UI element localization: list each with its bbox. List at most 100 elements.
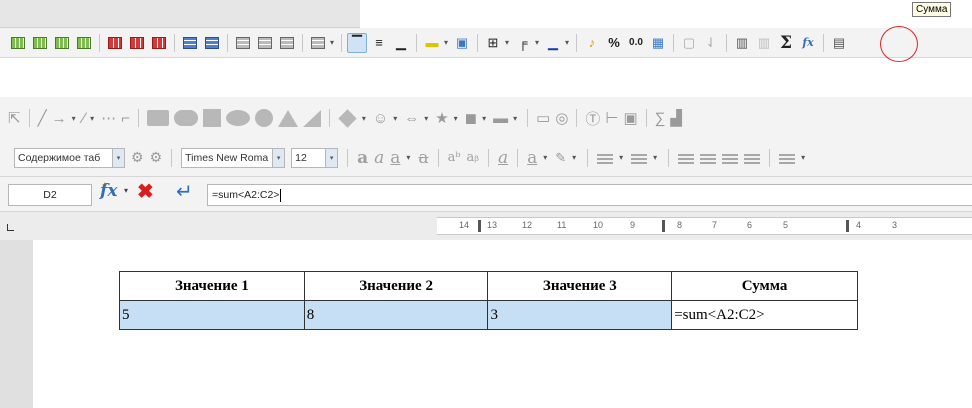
draw-function-icon[interactable]: ∑ <box>655 110 666 127</box>
triangle-icon[interactable] <box>277 109 298 127</box>
chevron-down-icon[interactable]: ▾ <box>272 148 285 167</box>
extrusion-icon[interactable]: ▟ <box>670 109 682 127</box>
chevron-down-icon[interactable]: ▾ <box>325 148 338 167</box>
insert-rows-above-icon[interactable] <box>30 33 50 53</box>
optimize-size-icon[interactable] <box>308 33 328 53</box>
border-color-icon[interactable]: ▁ <box>543 33 563 53</box>
chevron-down-icon[interactable]: ▾ <box>124 186 128 195</box>
circle-icon[interactable] <box>254 109 273 127</box>
insert-caption-icon[interactable]: ▢ <box>679 33 699 53</box>
rotate-icon[interactable]: ◎ <box>555 109 568 127</box>
cancel-formula-button[interactable]: ✖ <box>137 182 154 202</box>
delete-rows-icon[interactable] <box>105 33 125 53</box>
insert-columns-icon[interactable] <box>74 33 94 53</box>
align-top-icon[interactable]: ▔ <box>347 32 367 53</box>
align-left-icon[interactable] <box>678 151 695 164</box>
number-format-icon[interactable]: ♪ <box>582 33 602 53</box>
table-header-cell[interactable]: Сумма <box>671 271 858 301</box>
chevron-down-icon[interactable]: ▾ <box>404 153 412 162</box>
line-spacing-icon[interactable] <box>779 151 796 164</box>
cell-reference-box[interactable]: D2 <box>8 184 92 206</box>
font-size-select[interactable]: 12 ▾ <box>291 147 339 168</box>
summation-sigma-icon[interactable]: Σ <box>776 33 796 53</box>
freeform-icon[interactable]: ⋯ <box>101 109 116 127</box>
select-table-icon[interactable] <box>180 33 200 53</box>
align-bottom-icon[interactable]: ▁ <box>391 33 411 53</box>
borders-icon[interactable]: ⊞ <box>483 33 503 53</box>
font-color-icon[interactable]: a <box>527 148 537 168</box>
chevron-down-icon[interactable]: ▾ <box>503 38 511 47</box>
new-style-icon[interactable]: ⚙ <box>150 149 163 166</box>
delete-table-icon[interactable] <box>149 33 169 53</box>
rounded-rectangle-icon[interactable] <box>173 110 198 126</box>
textbox-shape-icon[interactable]: ▭ <box>536 109 550 127</box>
chevron-down-icon[interactable]: ▾ <box>360 114 368 123</box>
chevron-down-icon[interactable]: ▾ <box>799 153 807 162</box>
chevron-down-icon[interactable]: ▾ <box>442 38 450 47</box>
chevron-down-icon[interactable]: ▾ <box>480 114 488 123</box>
sort-icon[interactable]: ⇃ <box>701 33 721 53</box>
chevron-down-icon[interactable]: ▾ <box>88 114 96 123</box>
split-cells-icon[interactable] <box>255 33 275 53</box>
chevron-down-icon[interactable]: ▾ <box>391 114 399 123</box>
decimal-icon[interactable]: 0.0 <box>626 33 646 53</box>
right-triangle-icon[interactable] <box>302 109 321 127</box>
clear-formatting-icon[interactable]: a <box>498 148 508 168</box>
table-properties-icon[interactable]: ▣ <box>452 33 472 53</box>
superscript-icon[interactable]: aᵇ <box>448 150 461 165</box>
split-table-icon[interactable] <box>277 33 297 53</box>
table-header-cell[interactable]: Значение 3 <box>487 271 673 301</box>
table-cell-d2[interactable]: =sum<A2:C2> <box>671 300 858 330</box>
chevron-down-icon[interactable]: ▾ <box>422 114 430 123</box>
bullet-list-icon[interactable] <box>597 151 614 164</box>
delete-columns-icon[interactable] <box>127 33 147 53</box>
apply-formula-button[interactable]: ↵ <box>176 182 193 202</box>
table-cell-c2[interactable]: 3 <box>487 300 673 330</box>
table-cell-a2[interactable]: 5 <box>119 300 305 330</box>
chevron-down-icon[interactable]: ▾ <box>511 114 519 123</box>
subscript-icon[interactable]: aᵦ <box>467 150 479 165</box>
align-center-icon[interactable]: ≡ <box>369 33 389 53</box>
chevron-down-icon[interactable]: ▾ <box>112 148 124 167</box>
star-icon[interactable]: ★ <box>435 109 448 127</box>
diamond-icon[interactable] <box>338 108 357 128</box>
column-marker[interactable] <box>846 220 849 232</box>
formula-button[interactable]: fx <box>100 181 117 201</box>
table-cell-b2[interactable]: 8 <box>303 300 489 330</box>
justify-icon[interactable] <box>744 151 761 164</box>
rectangle-icon[interactable] <box>146 110 169 126</box>
chevron-down-icon[interactable]: ▾ <box>563 38 571 47</box>
merge-cells-icon[interactable] <box>233 33 253 53</box>
column-marker[interactable] <box>662 220 665 232</box>
underline-icon[interactable]: a <box>390 148 400 168</box>
bold-icon[interactable]: a <box>357 148 368 168</box>
percent-icon[interactable]: % <box>604 33 624 53</box>
insert-chart-icon[interactable]: ▥ <box>732 33 752 53</box>
table-header-cell[interactable]: Значение 1 <box>119 271 305 301</box>
curve-icon[interactable]: ∕ <box>83 110 86 127</box>
border-style-icon[interactable]: ╒ <box>513 33 533 53</box>
flowchart-icon[interactable]: ▬ <box>493 110 508 127</box>
table-autoformat-icon[interactable]: ▬ <box>422 33 442 53</box>
callout-icon[interactable]: ◼ <box>465 109 477 127</box>
block-arrow-icon[interactable]: ⇔ <box>404 110 419 127</box>
chevron-down-icon[interactable]: ▾ <box>651 153 659 162</box>
chevron-down-icon[interactable]: ▾ <box>617 153 625 162</box>
select-cell-icon[interactable] <box>202 33 222 53</box>
font-name-select[interactable]: Times New Roma ▾ <box>181 147 286 168</box>
chevron-down-icon[interactable]: ▾ <box>570 153 578 162</box>
table-header-cell[interactable]: Значение 2 <box>303 271 489 301</box>
ellipse-icon[interactable] <box>225 110 250 126</box>
chevron-down-icon[interactable]: ▾ <box>533 38 541 47</box>
h-line-icon[interactable]: ⊢ <box>605 109 618 127</box>
chevron-down-icon[interactable]: ▾ <box>541 153 549 162</box>
columns-icon[interactable]: ▥ <box>754 33 774 53</box>
number-format-dialog-icon[interactable]: ▦ <box>648 33 668 53</box>
italic-icon[interactable]: a <box>374 148 384 168</box>
formula-icon[interactable]: fx <box>798 33 818 53</box>
numbered-list-icon[interactable] <box>631 151 648 164</box>
chevron-down-icon[interactable]: ▾ <box>328 38 336 47</box>
table-dialog-icon[interactable]: ▤ <box>829 33 849 53</box>
image-frame-icon[interactable]: ▣ <box>624 109 638 127</box>
smiley-icon[interactable]: ☺ <box>373 110 388 127</box>
